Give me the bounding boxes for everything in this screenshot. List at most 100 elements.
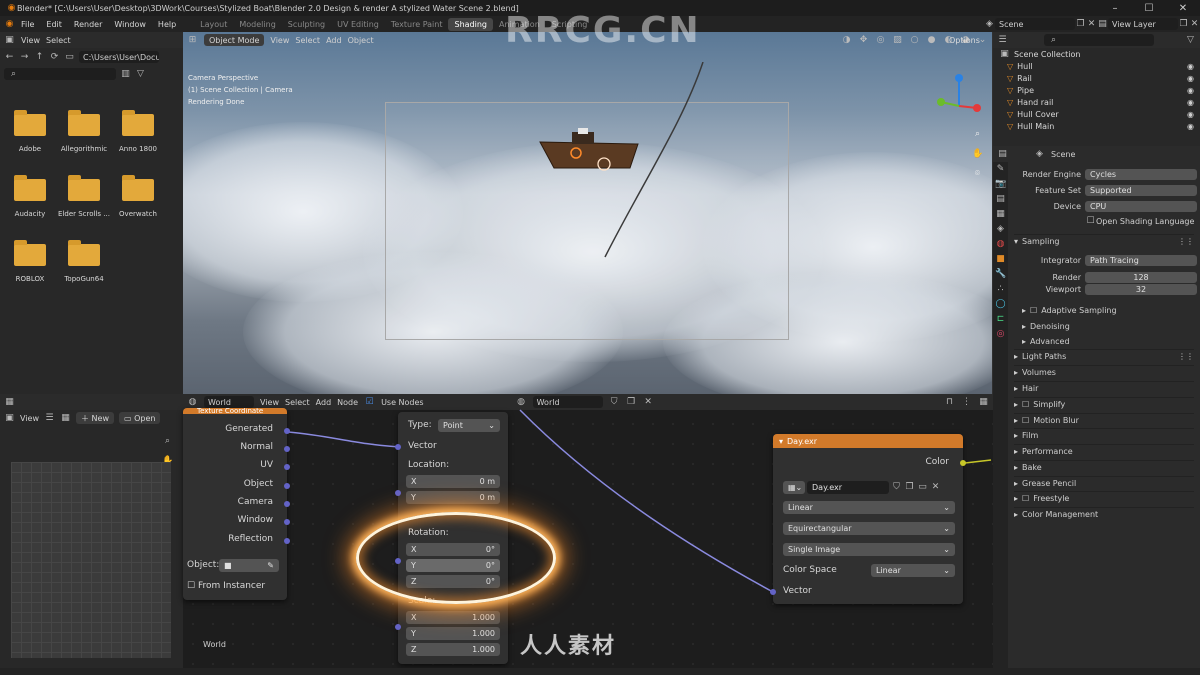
image-browse-icon[interactable]: ▦⌄: [783, 480, 805, 494]
feature-set-dropdown[interactable]: Supported: [1085, 184, 1197, 196]
maximize-icon[interactable]: ☐: [1132, 3, 1166, 14]
socket-uv[interactable]: [284, 464, 290, 470]
folder-item[interactable]: Anno 1800: [111, 110, 165, 153]
view-layer-tab-icon[interactable]: ▦: [995, 209, 1006, 220]
minimize-icon[interactable]: –: [1098, 3, 1132, 14]
section-film[interactable]: ▸ Film: [1014, 428, 1194, 442]
close-icon[interactable]: ✕: [930, 482, 941, 493]
eye-icon[interactable]: ◉: [1187, 62, 1194, 71]
copy-icon[interactable]: ❐: [904, 482, 915, 493]
gizmo-icon[interactable]: ✥: [858, 35, 869, 46]
editor-type-icon[interactable]: ▣: [4, 35, 15, 46]
refresh-icon[interactable]: ⟳: [49, 52, 60, 63]
mode-selector[interactable]: Object Mode: [204, 34, 265, 46]
projection-dropdown[interactable]: Equirectangular ⌄: [783, 522, 955, 535]
menu-edit[interactable]: Edit: [40, 20, 68, 29]
copy-layer-icon[interactable]: ❐: [1178, 19, 1189, 30]
camera-view-icon[interactable]: ⌾: [972, 169, 983, 180]
section-motion-blur[interactable]: ▸ ☐ Motion Blur: [1014, 413, 1194, 427]
blender-menu-icon[interactable]: ◉: [4, 19, 15, 30]
outliner-item[interactable]: ▽ Rail ◉: [993, 72, 1200, 84]
eye-icon[interactable]: ◉: [1187, 74, 1194, 83]
socket-color[interactable]: [960, 460, 966, 466]
parent-dir-icon[interactable]: ↑: [34, 52, 45, 63]
menu-lines-icon[interactable]: ☰: [44, 413, 55, 424]
physics-tab-icon[interactable]: ◯: [995, 299, 1006, 310]
checkbox-icon[interactable]: ☐: [1022, 400, 1029, 409]
outliner-item[interactable]: ▽ Hull ◉: [993, 60, 1200, 72]
scene-selector[interactable]: Scene: [995, 18, 1075, 30]
view-layer-selector[interactable]: View Layer: [1108, 18, 1178, 30]
folder-item[interactable]: Audacity: [3, 175, 57, 218]
integrator-dropdown[interactable]: Path Tracing: [1085, 254, 1197, 266]
editor-type-icon[interactable]: ☰: [997, 35, 1008, 46]
menu-render[interactable]: Render: [68, 20, 108, 29]
section-simplify[interactable]: ▸ ☐ Simplify: [1014, 397, 1194, 411]
shield-icon[interactable]: ⛉: [891, 482, 902, 493]
scale-z-field[interactable]: Z 1.000: [406, 643, 500, 656]
menu-window[interactable]: Window: [108, 20, 152, 29]
folder-icon[interactable]: ▭: [917, 482, 928, 493]
open-image-button[interactable]: ▭ Open: [118, 412, 161, 424]
section-light-paths[interactable]: ▸ Light Paths ⋮⋮: [1014, 349, 1194, 363]
forward-arrow-icon[interactable]: →: [19, 52, 30, 63]
eye-icon[interactable]: ◉: [1187, 110, 1194, 119]
socket-camera[interactable]: [284, 501, 290, 507]
viewport-samples-field[interactable]: 32: [1085, 283, 1197, 295]
scale-x-field[interactable]: X 1.000: [406, 611, 500, 624]
display-mode-icon[interactable]: ▥: [120, 69, 131, 80]
xray-icon[interactable]: ▨: [892, 35, 903, 46]
copy-icon[interactable]: ❐: [1075, 19, 1086, 30]
tab-uv-editing[interactable]: UV Editing: [331, 18, 385, 31]
uv-grid[interactable]: [11, 462, 171, 658]
outliner-search-input[interactable]: ⌕: [1044, 34, 1154, 46]
vp-menu-object[interactable]: Object: [348, 36, 374, 45]
checkbox-icon[interactable]: ☐: [1022, 494, 1029, 503]
outliner-item[interactable]: ▽ Hand rail ◉: [993, 96, 1200, 108]
menu-help[interactable]: Help: [152, 20, 182, 29]
image-name-field[interactable]: Day.exr: [807, 480, 889, 494]
tab-sculpting[interactable]: Sculpting: [282, 18, 331, 31]
fb-menu-view[interactable]: View: [21, 36, 40, 45]
object-tab-icon[interactable]: ■: [995, 254, 1006, 265]
folder-item[interactable]: Adobe: [3, 110, 57, 153]
editor-type-icon[interactable]: ▦: [4, 397, 15, 408]
subsection-denoising[interactable]: ▸ Denoising: [1022, 319, 1194, 333]
material-tab-icon[interactable]: ◎: [995, 329, 1006, 340]
zoom-icon[interactable]: ⌕: [972, 129, 983, 140]
vp-menu-add[interactable]: Add: [326, 36, 342, 45]
vp-menu-select[interactable]: Select: [295, 36, 320, 45]
editor-type-icon[interactable]: ▤: [997, 149, 1008, 160]
pan-hand-icon[interactable]: ✋: [972, 149, 983, 160]
socket-vector-in[interactable]: [770, 589, 776, 595]
socket-window[interactable]: [284, 519, 290, 525]
close-layer-icon[interactable]: ✕: [1189, 19, 1200, 30]
editor-type-icon[interactable]: ⊞: [187, 35, 198, 46]
tab-layout[interactable]: Layout: [194, 18, 233, 31]
section-sampling[interactable]: ▾ Sampling ⋮⋮: [1014, 234, 1194, 248]
section-color-management[interactable]: ▸ Color Management: [1014, 507, 1194, 521]
texture-coordinate-node[interactable]: Texture Coordinate Generated Normal UV O…: [183, 408, 290, 600]
eye-icon[interactable]: ◉: [1187, 86, 1194, 95]
new-image-button[interactable]: ＋ New: [75, 412, 114, 424]
tab-shading[interactable]: Shading: [448, 17, 493, 31]
tool-tab-icon[interactable]: ✎: [995, 164, 1006, 175]
shading-wire-icon[interactable]: ○: [909, 35, 920, 46]
eyedropper-icon[interactable]: ✎: [267, 561, 274, 570]
3d-viewport[interactable]: ⊞ Object Mode View Select Add Object ◑ ✥…: [183, 32, 992, 394]
socket-generated[interactable]: [284, 428, 290, 434]
location-x-field[interactable]: X 0 m: [406, 475, 500, 488]
checkbox-icon[interactable]: ☐: [1022, 416, 1029, 425]
shading-solid-icon[interactable]: ●: [926, 35, 937, 46]
outliner-root[interactable]: ▣ Scene Collection: [993, 48, 1200, 60]
tab-texture-paint[interactable]: Texture Paint: [385, 18, 449, 31]
section-grease-pencil[interactable]: ▸ Grease Pencil: [1014, 476, 1194, 490]
color-space-dropdown[interactable]: Linear ⌄: [871, 564, 955, 577]
environment-texture-node[interactable]: ▾ Day.exr Color ▦⌄ Day.exr ⛉ ❐ ▭ ✕ Linea…: [770, 434, 966, 604]
socket-vector-in[interactable]: [395, 444, 401, 450]
folder-item[interactable]: TopoGun64: [57, 240, 111, 283]
subsection-advanced[interactable]: ▸ Advanced: [1022, 334, 1194, 348]
file-search-input[interactable]: ⌕: [4, 68, 116, 80]
node-header[interactable]: ▾ Day.exr: [773, 434, 963, 448]
section-bake[interactable]: ▸ Bake: [1014, 460, 1194, 474]
